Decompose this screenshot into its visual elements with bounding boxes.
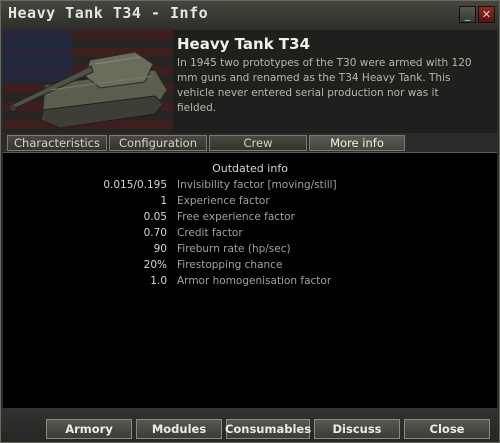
row-value: 1.0 [150, 275, 167, 287]
close-icon: ✕ [481, 8, 492, 21]
tank-icon [8, 51, 168, 129]
armory-button[interactable]: Armory [46, 419, 132, 439]
close-window-button[interactable]: ✕ [478, 6, 495, 23]
row-value: 20% [143, 259, 167, 271]
row-value: 1 [160, 195, 167, 207]
tank-name: Heavy Tank T34 [177, 35, 311, 53]
row-label: Fireburn rate (hp/sec) [177, 243, 291, 255]
modules-button[interactable]: Modules [136, 419, 222, 439]
discuss-button[interactable]: Discuss [314, 419, 400, 439]
info-row: 1 Experience factor [3, 195, 497, 211]
info-row: 0.70 Credit factor [3, 227, 497, 243]
row-label: Free experience factor [177, 211, 295, 223]
minimize-icon: _ [464, 8, 471, 21]
row-label: Invisibility factor [moving/still] [177, 179, 337, 191]
section-title: Outdated info [212, 162, 288, 175]
tab-characteristics[interactable]: Characteristics [7, 135, 107, 151]
close-button[interactable]: Close [404, 419, 490, 439]
info-window: Heavy Tank T34 - Info _ ✕ Heavy Tank T34… [0, 0, 500, 443]
row-value: 90 [153, 243, 167, 255]
row-value: 0.015/0.195 [103, 179, 167, 191]
row-value: 0.70 [143, 227, 167, 239]
info-row: 0.05 Free experience factor [3, 211, 497, 227]
tab-crew[interactable]: Crew [209, 135, 307, 151]
bottom-button-bar: Armory Modules Consumables Discuss Close [1, 408, 499, 442]
row-label: Credit factor [177, 227, 243, 239]
info-row: 90 Fireburn rate (hp/sec) [3, 243, 497, 259]
title-bar[interactable]: Heavy Tank T34 - Info _ ✕ [1, 1, 499, 29]
info-row: 0.015/0.195 Invisibility factor [moving/… [3, 179, 497, 195]
tab-strip: Characteristics Configuration Crew More … [3, 135, 497, 153]
info-row: 20% Firestopping chance [3, 259, 497, 275]
tank-description: In 1945 two prototypes of the T30 were a… [177, 57, 472, 114]
info-row: 1.0 Armor homogenisation factor [3, 275, 497, 291]
window-title: Heavy Tank T34 - Info [8, 4, 209, 22]
tab-configuration[interactable]: Configuration [109, 135, 207, 151]
tank-header: Heavy Tank T34 In 1945 two prototypes of… [3, 30, 497, 133]
row-label: Experience factor [177, 195, 270, 207]
row-label: Firestopping chance [177, 259, 283, 271]
more-info-panel: Outdated info 0.015/0.195 Invisibility f… [3, 153, 497, 408]
minimize-button[interactable]: _ [459, 6, 476, 23]
tab-more-info[interactable]: More info [309, 135, 405, 151]
consumables-button[interactable]: Consumables [225, 419, 311, 439]
row-label: Armor homogenisation factor [177, 275, 332, 287]
row-value: 0.05 [143, 211, 167, 223]
